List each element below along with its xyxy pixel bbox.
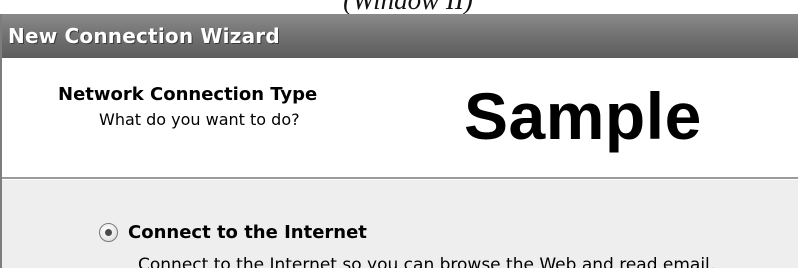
option-connect-internet[interactable]: Connect to the Internet	[99, 222, 367, 243]
radio-dot-icon	[105, 229, 112, 236]
page: (Window II) New Connection Wizard Networ…	[0, 0, 798, 268]
wizard-header: Network Connection Type What do you want…	[2, 58, 798, 179]
radio-button-selected[interactable]	[99, 223, 118, 242]
window-titlebar[interactable]: New Connection Wizard	[2, 14, 798, 58]
option-label[interactable]: Connect to the Internet	[128, 222, 367, 243]
wizard-window: New Connection Wizard Network Connection…	[0, 14, 798, 268]
sample-watermark: Sample	[464, 79, 702, 153]
option-description: Connect to the Internet so you can brows…	[138, 255, 716, 268]
wizard-body: Connect to the Internet Connect to the I…	[2, 179, 798, 268]
page-subtitle: What do you want to do?	[99, 110, 300, 129]
window-title: New Connection Wizard	[8, 24, 280, 48]
page-title: Network Connection Type	[58, 84, 318, 105]
